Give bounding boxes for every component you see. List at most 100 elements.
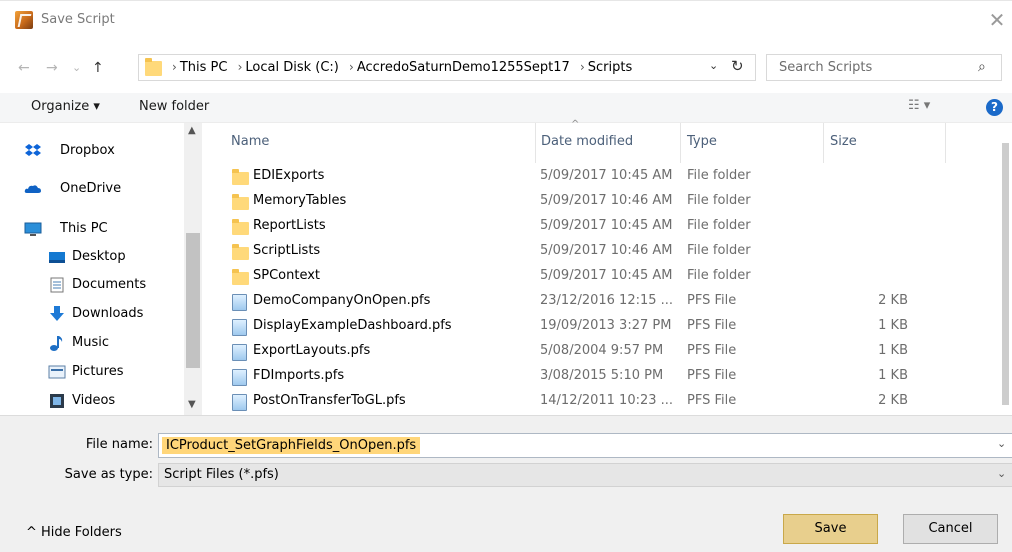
column-header-size[interactable]: Size <box>830 134 857 156</box>
breadcrumb-scripts[interactable]: Scripts <box>588 60 632 75</box>
sidebar-item-label: Dropbox <box>60 143 115 158</box>
column-header-type[interactable]: Type <box>687 134 717 156</box>
breadcrumb-this-pc[interactable]: This PC <box>180 60 228 75</box>
up-arrow-icon[interactable]: ↑ <box>92 59 104 77</box>
file-name: FDImports.pfs <box>253 368 345 383</box>
file-type: File folder <box>687 218 751 233</box>
window-title: Save Script <box>41 12 115 27</box>
view-options-icon[interactable]: ☷ ▾ <box>908 98 930 113</box>
scroll-up-icon[interactable]: ▲ <box>188 125 196 136</box>
refresh-icon[interactable]: ↻ <box>731 57 744 75</box>
search-icon[interactable]: ⌕ <box>978 59 986 75</box>
file-date: 14/12/2011 10:23 ... <box>540 393 674 408</box>
script-file-icon <box>232 369 249 386</box>
desktop-icon <box>49 252 65 263</box>
search-input[interactable]: Search Scripts <box>779 60 872 75</box>
file-list-scrollbar[interactable] <box>996 123 1012 415</box>
file-type: File folder <box>687 268 751 283</box>
back-arrow-icon[interactable]: ← <box>18 59 30 77</box>
file-date: 5/09/2017 10:46 AM <box>540 193 673 208</box>
file-type: File folder <box>687 193 751 208</box>
scrollbar-thumb[interactable] <box>1002 143 1009 405</box>
file-date: 5/09/2017 10:45 AM <box>540 218 673 233</box>
navigation-pane-scrollbar[interactable]: ▲ ▼ <box>184 123 202 415</box>
folder-icon <box>232 244 249 260</box>
chevron-down-icon[interactable]: ⌄ <box>997 437 1006 450</box>
save-script-dialog: Save Script ✕ ← → ⌄ ↑ › This PC › Local Di… <box>0 0 1012 552</box>
file-date: 5/09/2017 10:45 AM <box>540 168 673 183</box>
save-options-panel: File name: ICProduct_SetGraphFields_OnOp… <box>0 415 1012 552</box>
file-row[interactable]: MemoryTables 5/09/2017 10:46 AM File fol… <box>205 190 995 215</box>
file-row[interactable]: DisplayExampleDashboard.pfs 19/09/2013 3… <box>205 315 995 340</box>
file-name: EDIExports <box>253 168 325 183</box>
file-list-header: Name ^ Date modified Type Size <box>205 119 1012 165</box>
file-row[interactable]: ExportLayouts.pfs 5/08/2004 9:57 PM PFS … <box>205 340 995 365</box>
sidebar-item-label: Desktop <box>72 249 126 264</box>
file-row[interactable]: PostOnTransferToGL.pfs 14/12/2011 10:23 … <box>205 390 995 415</box>
file-name: ScriptLists <box>253 243 321 258</box>
save-as-type-label: Save as type: <box>64 467 153 482</box>
hide-folders-button[interactable]: ^ Hide Folders <box>26 525 122 540</box>
organize-button[interactable]: Organize ▾ <box>31 99 100 114</box>
recent-locations-icon[interactable]: ⌄ <box>72 59 81 77</box>
sidebar-item-label: OneDrive <box>60 181 122 196</box>
file-name-field[interactable]: ICProduct_SetGraphFields_OnOpen.pfs ⌄ <box>158 433 1012 458</box>
file-name: DisplayExampleDashboard.pfs <box>253 318 452 333</box>
file-type: File folder <box>687 168 751 183</box>
file-name: ExportLayouts.pfs <box>253 343 371 358</box>
file-name: SPContext <box>253 268 321 283</box>
save-button[interactable]: Save <box>783 514 878 544</box>
chevron-right-icon: › <box>349 60 354 74</box>
file-date: 19/09/2013 3:27 PM <box>540 318 672 333</box>
chevron-down-icon[interactable]: ⌄ <box>709 59 718 72</box>
file-type: PFS File <box>687 393 737 408</box>
file-row[interactable]: EDIExports 5/09/2017 10:45 AM File folde… <box>205 165 995 190</box>
breadcrumb-project[interactable]: AccredoSaturnDemo1255Sept17 <box>357 60 570 75</box>
sidebar-item-label: Music <box>72 335 109 350</box>
file-size: 2 KB <box>878 293 908 308</box>
pictures-icon <box>48 365 66 379</box>
column-header-name[interactable]: Name <box>231 134 269 156</box>
folder-icon <box>232 219 249 235</box>
search-box[interactable]: Search Scripts ⌕ <box>766 54 1002 81</box>
close-icon[interactable]: ✕ <box>985 7 1009 33</box>
file-size: 1 KB <box>878 318 908 333</box>
chevron-down-icon[interactable]: ⌄ <box>997 467 1006 480</box>
scrollbar-thumb[interactable] <box>186 233 200 368</box>
documents-icon <box>50 277 64 293</box>
scroll-down-icon[interactable]: ▼ <box>188 399 196 410</box>
file-date: 23/12/2016 12:15 ... <box>540 293 674 308</box>
file-name-value[interactable]: ICProduct_SetGraphFields_OnOpen.pfs <box>162 437 421 454</box>
chevron-right-icon: › <box>172 60 177 74</box>
download-icon <box>50 306 64 321</box>
save-as-type-select[interactable]: Script Files (*.pfs) ⌄ <box>158 463 1012 487</box>
new-folder-button[interactable]: New folder <box>139 99 209 114</box>
file-row[interactable]: FDImports.pfs 3/08/2015 5:10 PM PFS File… <box>205 365 995 390</box>
sidebar-item-label: Videos <box>72 393 116 408</box>
folder-icon <box>232 194 249 210</box>
videos-icon <box>50 394 64 408</box>
breadcrumb-local-disk[interactable]: Local Disk (C:) <box>245 60 338 75</box>
file-name-label: File name: <box>85 437 153 452</box>
forward-arrow-icon[interactable]: → <box>46 59 58 77</box>
file-row[interactable]: ReportLists 5/09/2017 10:45 AM File fold… <box>205 215 995 240</box>
address-bar[interactable]: › This PC › Local Disk (C:) › AccredoSaturn… <box>138 54 756 81</box>
dropbox-icon <box>25 144 41 156</box>
file-name: DemoCompanyOnOpen.pfs <box>253 293 431 308</box>
file-row[interactable]: ScriptLists 5/09/2017 10:46 AM File fold… <box>205 240 995 265</box>
file-type: PFS File <box>687 318 737 333</box>
column-divider <box>945 123 946 163</box>
cloud-icon <box>24 185 41 193</box>
script-file-icon <box>232 344 249 361</box>
app-icon <box>15 11 33 29</box>
column-header-date[interactable]: Date modified <box>541 134 633 156</box>
cancel-button[interactable]: Cancel <box>903 514 998 544</box>
file-type: PFS File <box>687 293 737 308</box>
save-as-type-value: Script Files (*.pfs) <box>164 467 279 482</box>
help-icon[interactable]: ? <box>986 99 1003 116</box>
file-date: 5/09/2017 10:45 AM <box>540 268 673 283</box>
command-bar: Organize ▾ New folder ☷ ▾ ? <box>0 93 1012 123</box>
script-file-icon <box>232 394 249 411</box>
file-row[interactable]: DemoCompanyOnOpen.pfs 23/12/2016 12:15 .… <box>205 290 995 315</box>
file-row[interactable]: SPContext 5/09/2017 10:45 AM File folder <box>205 265 995 290</box>
